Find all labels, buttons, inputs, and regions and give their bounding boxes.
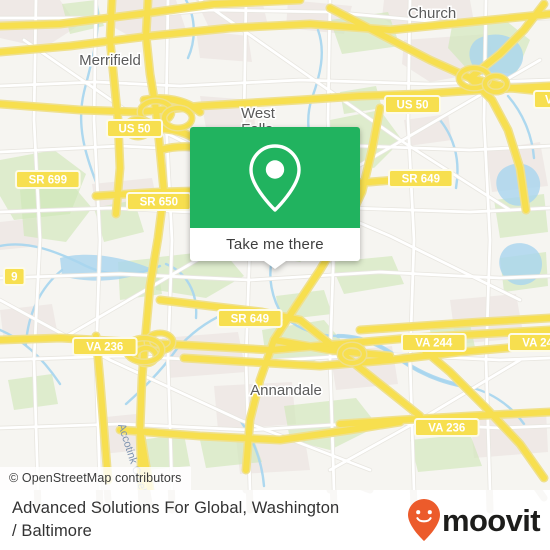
moovit-map-page: ChurchMerrifieldWestFallsAnnandaleAccoti… xyxy=(0,0,550,550)
road-shield: VA 7 xyxy=(533,90,550,109)
popup-card-header xyxy=(190,127,360,228)
road-shield: SR 650 xyxy=(126,192,192,211)
road-shield: SR 699 xyxy=(15,170,81,189)
popup-card-footer[interactable]: Take me there xyxy=(190,228,360,269)
road-shield: SR 649 xyxy=(388,169,454,188)
location-title: Advanced Solutions For Global, Washingto… xyxy=(12,499,340,540)
svg-text:SR 699: SR 699 xyxy=(29,175,67,187)
popup-card-pointer xyxy=(264,261,286,269)
svg-text:9: 9 xyxy=(11,272,17,284)
svg-text:VA 236: VA 236 xyxy=(86,342,123,354)
place-label: Merrifield xyxy=(79,52,141,69)
road-shield: 9 xyxy=(3,267,26,286)
svg-text:US 50: US 50 xyxy=(397,100,429,112)
place-label: West xyxy=(241,105,276,122)
moovit-logo[interactable]: moovit xyxy=(407,498,541,542)
road-shield: VA 244 xyxy=(508,333,550,352)
svg-text:VA 244: VA 244 xyxy=(415,338,453,350)
road-shield: SR 649 xyxy=(217,309,283,328)
svg-text:SR 650: SR 650 xyxy=(140,197,178,209)
svg-text:VA 7: VA 7 xyxy=(545,95,550,107)
place-label: Annandale xyxy=(250,382,322,399)
svg-text:VA 244: VA 244 xyxy=(522,338,550,350)
road-shield: US 50 xyxy=(106,119,163,138)
moovit-smiley-pin-icon xyxy=(407,499,440,541)
road-shield: US 50 xyxy=(384,95,441,114)
road-shield: VA 236 xyxy=(414,418,480,437)
svg-text:SR 649: SR 649 xyxy=(402,174,440,186)
moovit-wordmark: moovit xyxy=(441,502,541,538)
map-attribution: © OpenStreetMap contributors xyxy=(0,467,191,490)
place-label: Church xyxy=(408,5,456,22)
take-me-there-button[interactable]: Take me there xyxy=(226,236,324,253)
svg-text:VA 236: VA 236 xyxy=(428,423,465,435)
svg-text:SR 649: SR 649 xyxy=(231,314,269,326)
location-popup-card[interactable]: Take me there xyxy=(190,127,360,269)
road-shield: VA 244 xyxy=(401,333,467,352)
page-footer: Advanced Solutions For Global, Washingto… xyxy=(0,490,550,550)
map-pin-icon xyxy=(249,143,301,212)
road-shield: VA 236 xyxy=(72,337,138,356)
svg-text:US 50: US 50 xyxy=(119,124,151,136)
